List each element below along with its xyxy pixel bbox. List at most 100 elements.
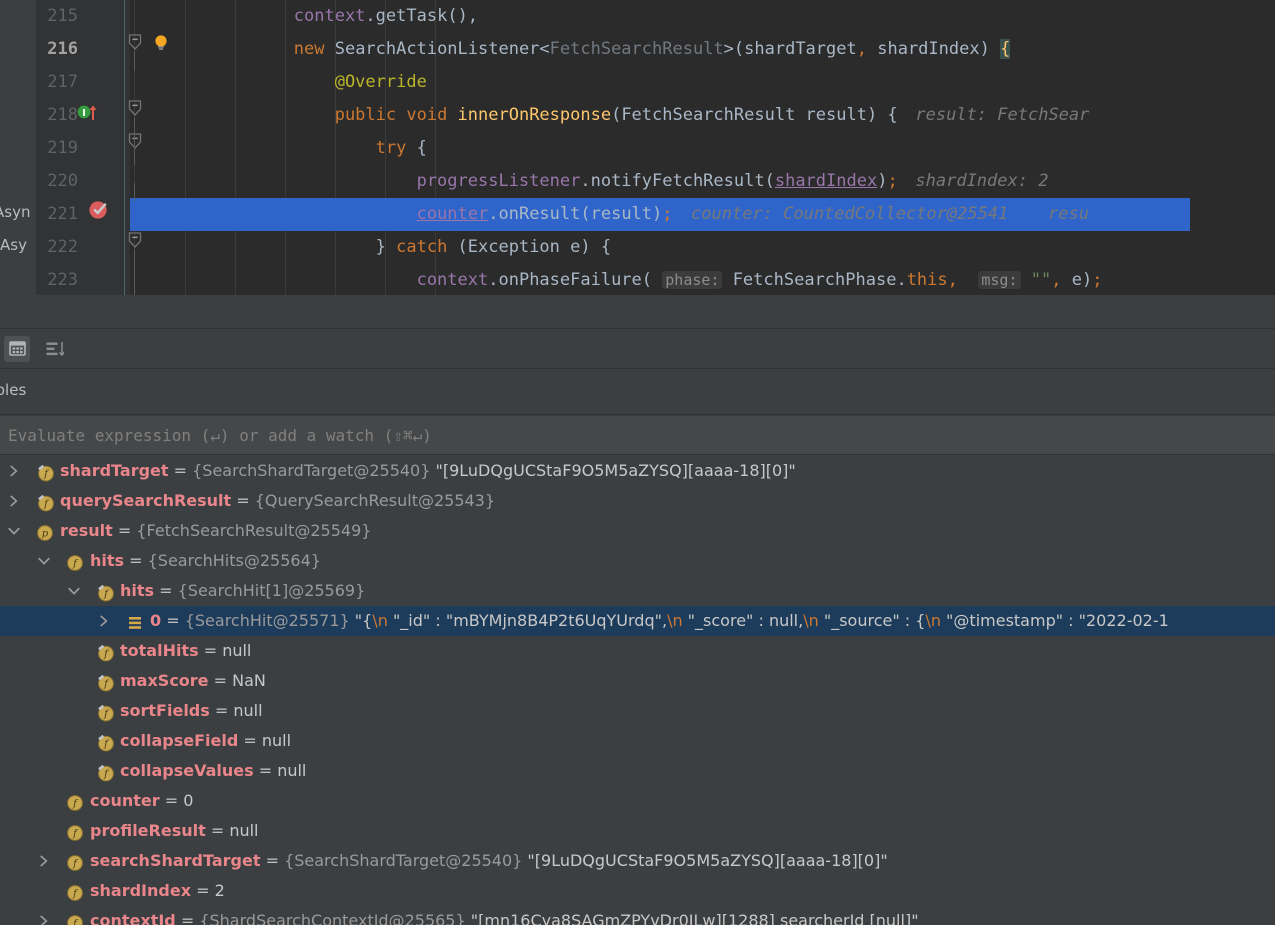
chevron-right-icon[interactable] xyxy=(6,486,22,516)
variable-row[interactable]: f maxScore = NaN xyxy=(0,666,1275,696)
variable-name: collapseField xyxy=(120,731,239,750)
variable-row[interactable]: f totalHits = null xyxy=(0,636,1275,666)
table-view-button[interactable] xyxy=(4,335,30,362)
variable-value: null xyxy=(262,731,291,750)
variable-row-selected[interactable]: 0 = {SearchHit@25571} "{\n "_id" : "mBYM… xyxy=(0,606,1275,636)
sort-list-icon xyxy=(46,341,64,356)
variable-equals: = xyxy=(205,821,230,840)
chevron-down-icon[interactable] xyxy=(6,516,22,546)
breakpoint-icon[interactable] xyxy=(88,199,108,219)
code-fold-marker[interactable] xyxy=(128,100,142,116)
code-token: { xyxy=(416,138,427,158)
code-token: shardTarget xyxy=(744,39,857,59)
variable-row[interactable]: f collapseField = null xyxy=(0,726,1275,756)
evaluate-expression-placeholder[interactable]: Evaluate expression (↵) or add a watch (… xyxy=(8,426,432,445)
variable-row[interactable]: f collapseValues = null xyxy=(0,756,1275,786)
field-final-icon: f xyxy=(96,762,114,782)
variable-label: totalHits = null xyxy=(120,636,251,666)
editor-line[interactable]: 217 @Override xyxy=(0,66,1275,99)
variable-row[interactable]: f counter = 0 xyxy=(0,786,1275,816)
intention-bulb-icon[interactable] xyxy=(152,34,170,52)
code-token: notifyFetchResult xyxy=(590,171,765,191)
variable-equals: = xyxy=(175,911,200,925)
tab-variables[interactable]: riables xyxy=(0,381,26,399)
code-token: ) xyxy=(877,171,888,191)
chevron-down-icon[interactable] xyxy=(66,576,82,606)
chevron-down-icon[interactable] xyxy=(36,546,52,576)
code-token: msg: xyxy=(978,271,1021,289)
editor-line[interactable]: 219 try { xyxy=(0,132,1275,165)
chevron-right-icon[interactable] xyxy=(36,846,52,876)
variable-value-part: null xyxy=(261,731,292,750)
variable-label: collapseField = null xyxy=(120,726,291,756)
variable-label: 0 = {SearchHit@25571} "{\n "_id" : "mBYM… xyxy=(150,606,1169,636)
variable-row[interactable]: f searchShardTarget = {SearchShardTarget@… xyxy=(0,846,1275,876)
code-editor[interactable]: 215 context.getTask(), 216 new SearchActi… xyxy=(0,0,1275,295)
code-token: . xyxy=(365,6,376,26)
variables-tree[interactable]: f shardTarget = {SearchShardTarget@25540}… xyxy=(0,456,1275,925)
variable-label: hits = {SearchHit[1]@25569} xyxy=(120,576,365,606)
code-fold-marker[interactable] xyxy=(128,34,142,50)
variable-row[interactable]: f shardTarget = {SearchShardTarget@25540}… xyxy=(0,456,1275,486)
implementing-method-icon[interactable]: I xyxy=(77,103,99,121)
code-token: try xyxy=(375,138,417,158)
evaluate-expression-bar[interactable]: Evaluate expression (↵) or add a watch (… xyxy=(0,416,1275,455)
inline-debug-hint: shardIndex: 2 xyxy=(915,171,1049,191)
field-icon: f xyxy=(66,552,84,571)
chevron-right-icon[interactable] xyxy=(6,456,22,486)
code-token: counter xyxy=(416,204,489,224)
variable-row[interactable]: f hits = {SearchHit[1]@25569} xyxy=(0,576,1275,606)
code-token: FetchSearchResult xyxy=(549,39,724,59)
code-token: { xyxy=(1000,39,1011,59)
variable-row[interactable]: f shardIndex = 2 xyxy=(0,876,1275,906)
variable-row[interactable]: f sortFields = null xyxy=(0,696,1275,726)
fold-connector-line xyxy=(134,183,135,201)
sort-variables-button[interactable] xyxy=(42,336,68,362)
editor-line[interactable]: 220 progressListener.notifyFetchResult(s… xyxy=(0,165,1275,198)
variable-value-part: \n xyxy=(925,611,941,630)
editor-line[interactable]: 218 public void innerOnResponse(FetchSea… xyxy=(0,99,1275,132)
variable-row[interactable]: f querySearchResult = {QuerySearchResult@… xyxy=(0,486,1275,516)
code-token: getTask xyxy=(375,6,448,26)
code-token: progressListener xyxy=(416,171,581,191)
chevron-right-icon[interactable] xyxy=(36,906,52,925)
field-icon: f xyxy=(66,912,84,925)
inline-debug-hint: resu xyxy=(1048,204,1089,224)
variable-label: counter = 0 xyxy=(90,786,193,816)
idea-debugger-window: 215 context.getTask(), 216 new SearchActi… xyxy=(0,0,1275,925)
editor-line[interactable]: 216 new SearchActionListener<FetchSearch… xyxy=(0,33,1275,66)
variable-value-part: \n xyxy=(372,611,388,630)
variable-row[interactable]: f hits = {SearchHits@25564} xyxy=(0,546,1275,576)
variable-row[interactable]: f contextId = {ShardSearchContextId@25565… xyxy=(0,906,1275,925)
variable-value-part: "_id" : "mBYMjn8B4P2t6UqYUrdq", xyxy=(387,611,668,630)
variable-equals: = xyxy=(159,791,184,810)
variable-row[interactable]: f profileResult = null xyxy=(0,816,1275,846)
variable-equals: = xyxy=(168,461,193,480)
field-final-icon: f xyxy=(96,732,114,752)
variables-tab-bar[interactable]: riables xyxy=(0,370,1275,415)
ghost-label-1: Asyn xyxy=(0,203,31,221)
svg-text:p: p xyxy=(42,529,49,540)
chevron-right-icon[interactable] xyxy=(96,606,112,636)
editor-line[interactable]: 221 counter.onResult(result); counter: Co… xyxy=(0,198,1275,231)
line-code: context.getTask(), xyxy=(130,0,478,33)
editor-line[interactable]: 222 } catch (Exception e) { xyxy=(0,231,1275,264)
code-token: context xyxy=(293,6,366,26)
code-token: ; xyxy=(887,171,898,191)
code-fold-marker[interactable] xyxy=(128,232,142,248)
editor-line[interactable]: 215 context.getTask(), xyxy=(0,0,1275,33)
line-code: } catch (Exception e) { xyxy=(130,231,611,264)
panel-divider[interactable] xyxy=(0,295,1275,329)
line-code: try { xyxy=(130,132,427,165)
line-code: public void innerOnResponse(FetchSearchR… xyxy=(130,99,898,132)
code-token: @Override xyxy=(334,72,427,92)
code-fold-marker[interactable] xyxy=(128,133,142,149)
editor-line[interactable]: 223 context.onPhaseFailure( phase: Fetch… xyxy=(0,264,1275,295)
fold-connector-line xyxy=(134,249,135,295)
variable-label: querySearchResult = {QuerySearchResult@2… xyxy=(60,486,495,516)
variable-row[interactable]: p result = {FetchSearchResult@25549} xyxy=(0,516,1275,546)
grid-icon xyxy=(8,341,26,356)
code-token: . xyxy=(488,204,499,224)
